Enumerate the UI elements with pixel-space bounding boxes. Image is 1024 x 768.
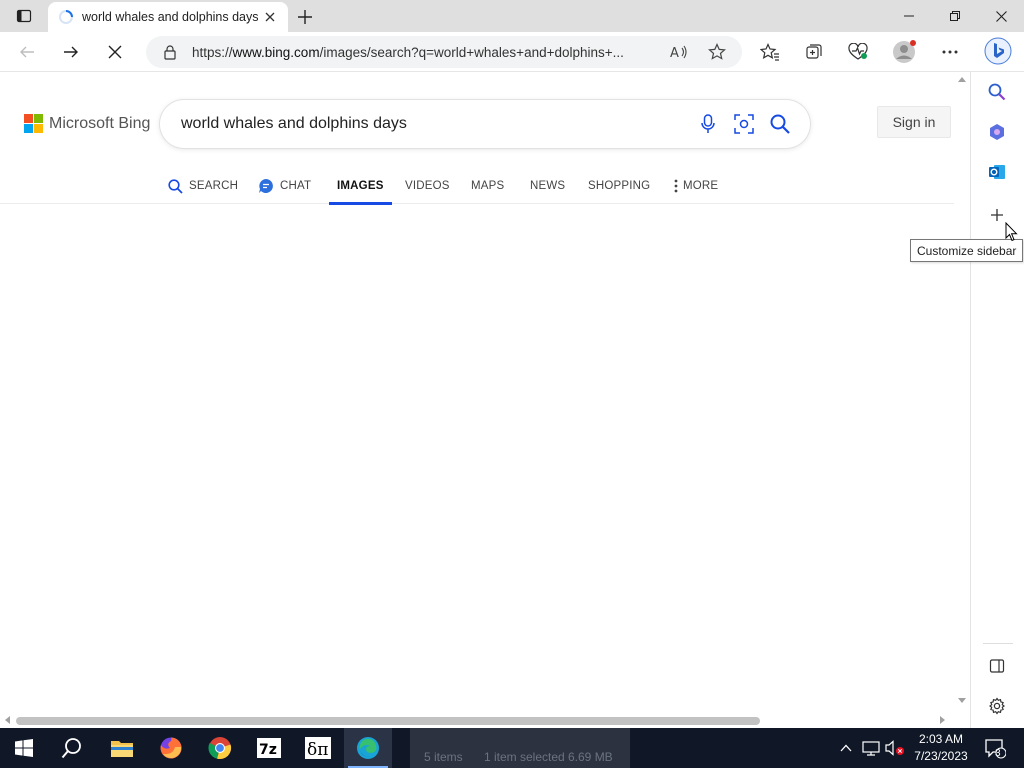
scope-label: IMAGES [337, 180, 384, 192]
ghost-items-count: 5 items [424, 750, 463, 764]
sidebar-divider [983, 643, 1013, 644]
address-bar[interactable]: https://www.bing.com/images/search?q=wor… [146, 36, 742, 68]
url-prefix: https:// [192, 44, 233, 60]
sign-in-button[interactable]: Sign in [877, 106, 951, 138]
scroll-left-icon[interactable] [4, 716, 10, 724]
customize-sidebar-tooltip: Customize sidebar [910, 239, 1024, 262]
microsoft-logo-icon [24, 114, 43, 133]
clock-date: 7/23/2023 [914, 749, 968, 763]
scope-videos[interactable]: VIDEOS [405, 168, 450, 204]
taskbar-clock[interactable]: 2:03 AM 7/23/2023 [908, 731, 974, 765]
taskbar-search-icon[interactable] [48, 728, 96, 768]
search-box[interactable]: world whales and dolphins days [160, 100, 810, 148]
scope-maps[interactable]: MAPS [471, 168, 504, 204]
scroll-right-icon[interactable] [940, 716, 946, 724]
scroll-down-icon[interactable] [958, 698, 966, 704]
math-app-icon[interactable]: δπ [294, 728, 342, 768]
favorite-star-icon[interactable] [704, 39, 730, 65]
navigation-bar: https://www.bing.com/images/search?q=wor… [0, 32, 1024, 72]
tab-close-icon[interactable] [262, 9, 278, 25]
chrome-icon[interactable] [196, 728, 244, 768]
volume-muted-icon[interactable] [884, 728, 906, 768]
scope-label: NEWS [530, 180, 566, 192]
notification-count: 3 [995, 748, 1001, 759]
url-host: www.bing.com [232, 44, 320, 60]
search-input[interactable]: world whales and dolphins days [181, 115, 686, 133]
edge-sidebar [970, 72, 1024, 728]
tab-title: world whales and dolphins days [82, 10, 259, 24]
ghost-size: 6.69 MB [568, 750, 613, 764]
scroll-up-icon[interactable] [958, 76, 966, 82]
windows-taskbar: 7z δπ 5 items 1 item selected 6.69 MB 2:… [0, 728, 1024, 768]
loading-spinner-icon [59, 10, 73, 24]
file-explorer-icon[interactable] [98, 728, 146, 768]
action-center-icon[interactable]: 3 [980, 728, 1010, 768]
scope-label: VIDEOS [405, 180, 450, 192]
scope-label: SHOPPING [588, 180, 651, 192]
network-icon[interactable] [860, 728, 882, 768]
edge-icon[interactable] [344, 728, 392, 768]
lock-icon[interactable] [162, 44, 178, 60]
url-text[interactable]: https://www.bing.com/images/search?q=wor… [192, 45, 654, 60]
svg-text:7z: 7z [259, 742, 277, 758]
sidebar-copilot-icon[interactable] [982, 117, 1012, 147]
sidebar-settings-gear-icon[interactable] [982, 691, 1012, 721]
background-window-ghost: 5 items 1 item selected 6.69 MB [410, 728, 630, 768]
search-icon[interactable] [766, 110, 794, 138]
sidebar-hide-panel-icon[interactable] [982, 651, 1012, 681]
stop-loading-icon[interactable] [100, 38, 130, 66]
scope-label: SEARCH [189, 180, 239, 192]
microphone-icon[interactable] [694, 110, 722, 138]
scope-label: MORE [683, 180, 719, 192]
firefox-icon[interactable] [147, 728, 195, 768]
bing-logo[interactable]: Microsoft Bing [24, 114, 150, 133]
settings-more-icon[interactable] [934, 38, 966, 66]
horizontal-scrollbar[interactable] [0, 712, 954, 728]
ghost-selected: 1 item selected [484, 750, 565, 764]
page-content: Microsoft Bing world whales and dolphins… [0, 72, 954, 712]
vertical-scrollbar[interactable] [954, 72, 970, 712]
visual-search-icon[interactable] [730, 110, 758, 138]
svg-text:δπ: δπ [307, 740, 328, 759]
scope-images[interactable]: IMAGES [329, 168, 392, 205]
forward-icon[interactable] [56, 38, 86, 66]
restore-icon[interactable] [932, 0, 978, 32]
search-scopes-nav: SEARCH CHAT IMAGES VIDEOS MAPS NEWS SHOP… [0, 168, 954, 205]
mouse-cursor-icon [1005, 222, 1018, 242]
scope-more[interactable]: MORE [674, 168, 718, 204]
minimize-icon[interactable] [886, 0, 932, 32]
scope-search[interactable]: SEARCH [168, 168, 238, 204]
7zip-icon[interactable]: 7z [245, 728, 293, 768]
scope-label: CHAT [280, 180, 312, 192]
logo-text: Microsoft Bing [49, 114, 151, 132]
collections-icon[interactable] [798, 38, 830, 66]
favorites-icon[interactable] [754, 38, 786, 66]
profile-avatar[interactable] [888, 38, 920, 66]
chat-icon [259, 179, 273, 193]
sidebar-outlook-icon[interactable] [982, 157, 1012, 187]
more-vertical-icon [674, 179, 678, 193]
tab-actions-icon[interactable] [8, 4, 40, 28]
new-tab-icon[interactable] [294, 6, 316, 28]
windows-start-icon[interactable] [0, 728, 48, 768]
tray-chevron-up-icon[interactable] [836, 728, 856, 768]
svg-text:A: A [670, 46, 679, 60]
sidebar-search-icon[interactable] [982, 77, 1012, 107]
scope-label: MAPS [471, 180, 505, 192]
clock-time: 2:03 AM [918, 732, 964, 746]
browser-tab[interactable]: world whales and dolphins days [48, 2, 288, 32]
search-icon [168, 178, 183, 194]
read-aloud-icon[interactable]: A [666, 39, 692, 65]
scope-chat[interactable]: CHAT [258, 168, 311, 204]
browser-essentials-icon[interactable] [842, 38, 874, 66]
tab-bar: world whales and dolphins days [0, 0, 1024, 32]
back-icon[interactable] [12, 38, 42, 66]
bing-copilot-icon[interactable] [982, 35, 1014, 67]
scope-shopping[interactable]: SHOPPING [588, 168, 650, 204]
scope-news[interactable]: NEWS [530, 168, 565, 204]
horizontal-scroll-thumb[interactable] [16, 717, 760, 725]
close-window-icon[interactable] [978, 0, 1024, 32]
url-path: /images/search?q=world+whales+and+dolphi… [319, 44, 624, 60]
